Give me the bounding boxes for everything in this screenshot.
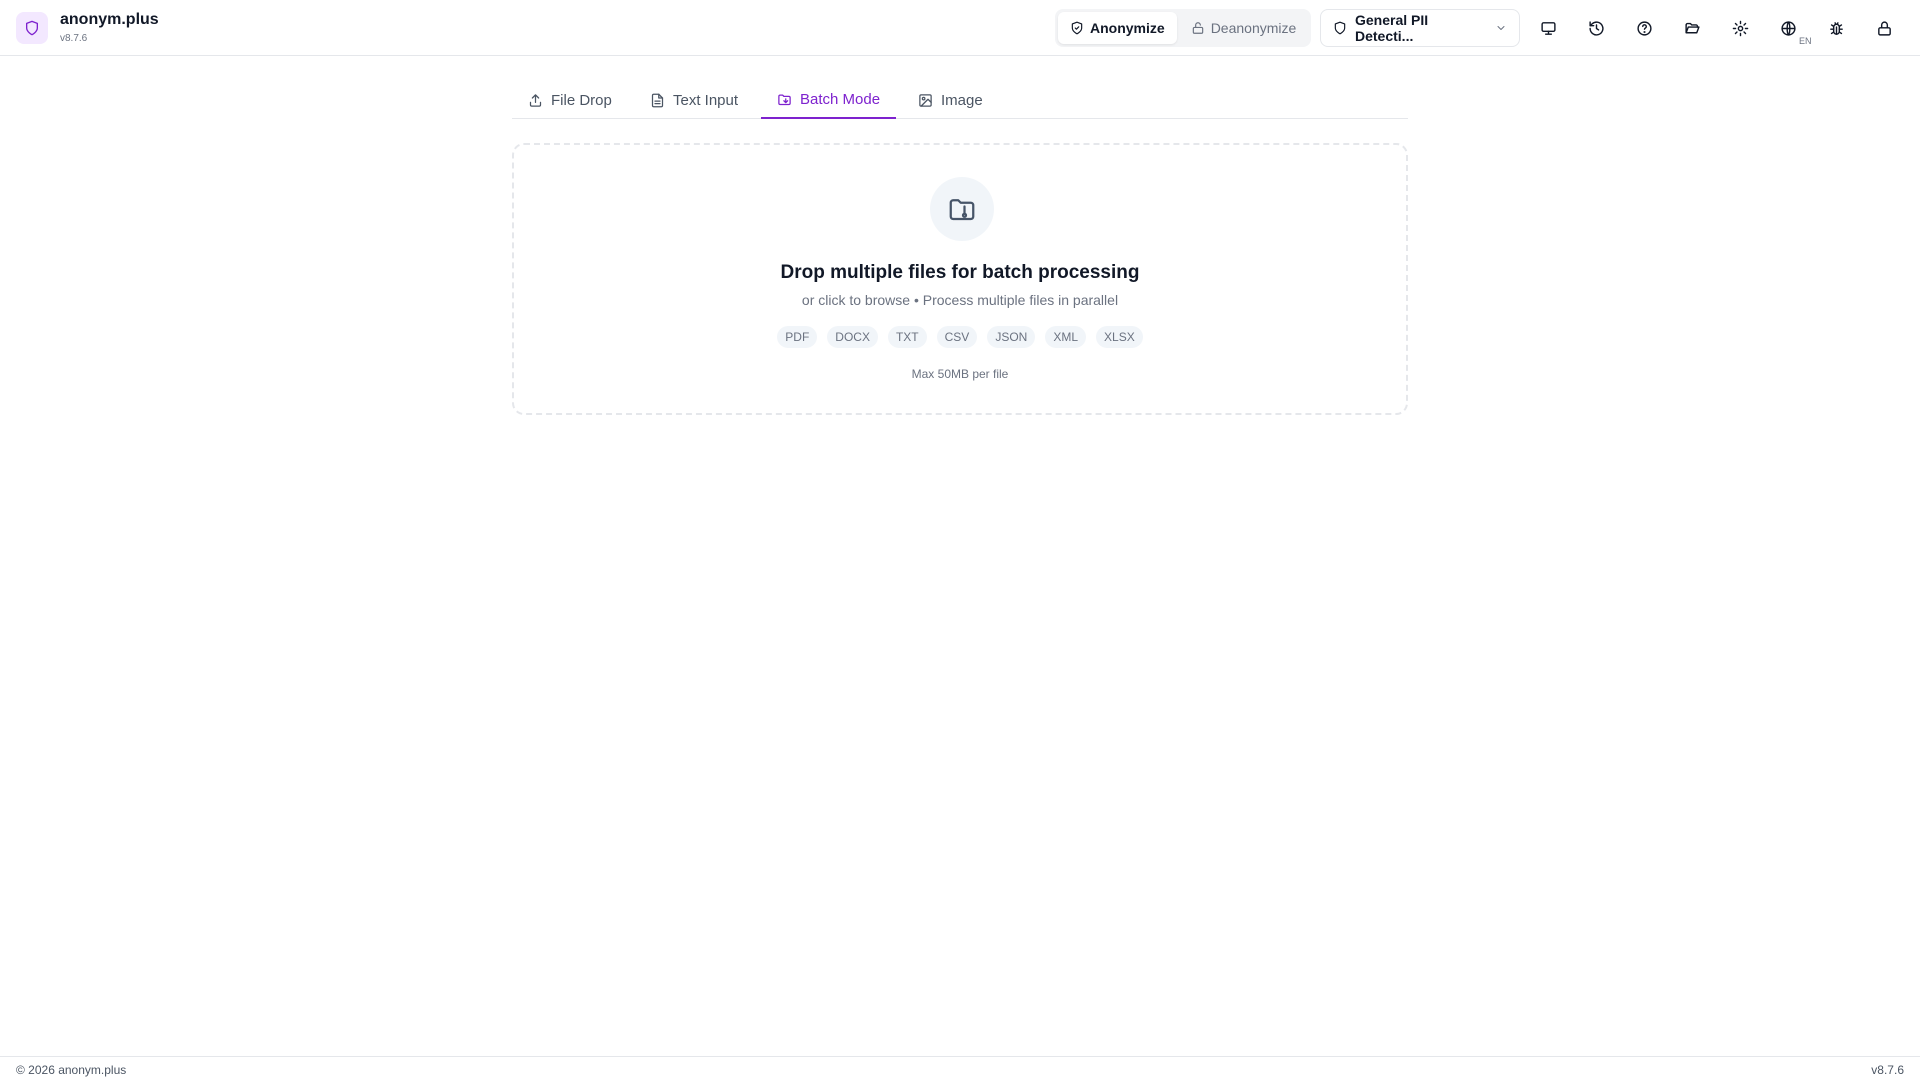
help-button[interactable] — [1630, 14, 1658, 42]
format-chip: XML — [1045, 326, 1087, 348]
format-chip: PDF — [777, 326, 818, 348]
lock-icon — [1876, 20, 1893, 37]
help-icon — [1636, 20, 1653, 37]
dropzone-title: Drop multiple files for batch processing — [780, 262, 1140, 283]
lock-button[interactable] — [1870, 14, 1898, 42]
app-version: v8.7.6 — [60, 33, 88, 44]
debug-button[interactable] — [1822, 14, 1850, 42]
shield-logo-icon — [24, 20, 40, 36]
history-button[interactable] — [1582, 14, 1610, 42]
input-tabs: File Drop Text Input Batch Mode Image — [512, 82, 1408, 119]
history-icon — [1588, 20, 1605, 37]
anonymize-button[interactable]: Anonymize — [1058, 12, 1177, 44]
monitor-button[interactable] — [1534, 14, 1562, 42]
tab-batch-mode[interactable]: Batch Mode — [761, 82, 897, 119]
format-chip: DOCX — [827, 326, 878, 348]
language-button[interactable] — [1774, 14, 1802, 42]
format-chip: CSV — [936, 326, 978, 348]
app-root: anonym.plus v8.7.6 Anonymize Deanonymize… — [0, 0, 1920, 1080]
header: anonym.plus v8.7.6 Anonymize Deanonymize… — [0, 0, 1920, 56]
dropzone-icon-badge — [930, 177, 994, 241]
upload-icon — [528, 93, 543, 108]
unlock-icon — [1191, 21, 1205, 35]
image-icon — [918, 93, 933, 108]
app-name: anonym.plus — [60, 11, 159, 28]
monitor-icon — [1540, 20, 1557, 37]
footer: © 2026 anonym.plus v8.7.6 — [0, 1056, 1920, 1080]
max-file-size: Max 50MB per file — [911, 367, 1009, 381]
mode-toggle: Anonymize Deanonymize — [1055, 9, 1311, 47]
supported-formats: PDF DOCX TXT CSV JSON XML XLSX — [514, 326, 1406, 348]
dropzone-subtitle: or click to browse • Process multiple fi… — [801, 292, 1119, 308]
globe-icon — [1780, 20, 1797, 37]
file-text-icon — [650, 93, 665, 108]
tab-file-drop[interactable]: File Drop — [528, 82, 612, 119]
shield-check-icon — [1070, 21, 1084, 35]
tab-image-label: Image — [941, 92, 983, 109]
language-code: EN — [1799, 36, 1812, 46]
tab-image[interactable]: Image — [918, 82, 983, 119]
anonymize-label: Anonymize — [1090, 20, 1165, 36]
settings-icon — [1732, 20, 1749, 37]
pii-profile-value: General PII Detecti... — [1355, 12, 1429, 44]
format-chip: JSON — [987, 326, 1036, 348]
tab-file-drop-label: File Drop — [551, 92, 612, 109]
format-chip: TXT — [887, 326, 927, 348]
bug-icon — [1828, 20, 1845, 37]
pii-profile-select[interactable]: General PII Detecti... — [1320, 9, 1520, 47]
footer-version: v8.7.6 — [1871, 1063, 1904, 1077]
tab-text-input-label: Text Input — [673, 92, 739, 109]
folder-upload-icon — [947, 194, 977, 224]
deanonymize-label: Deanonymize — [1210, 20, 1297, 36]
format-chip: XLSX — [1096, 326, 1143, 348]
folder-open-icon — [1684, 20, 1701, 37]
chevron-down-icon — [1495, 22, 1507, 34]
footer-copyright: © 2026 anonym.plus — [16, 1063, 127, 1077]
settings-button[interactable] — [1726, 14, 1754, 42]
deanonymize-button[interactable]: Deanonymize — [1179, 12, 1309, 44]
tab-text-input[interactable]: Text Input — [650, 82, 738, 119]
folder-icon — [777, 92, 792, 107]
shield-icon — [1333, 21, 1347, 35]
batch-dropzone[interactable]: Drop multiple files for batch processing… — [512, 143, 1408, 415]
logo[interactable] — [16, 12, 48, 44]
tab-batch-mode-label: Batch Mode — [800, 91, 881, 108]
open-folder-button[interactable] — [1678, 14, 1706, 42]
